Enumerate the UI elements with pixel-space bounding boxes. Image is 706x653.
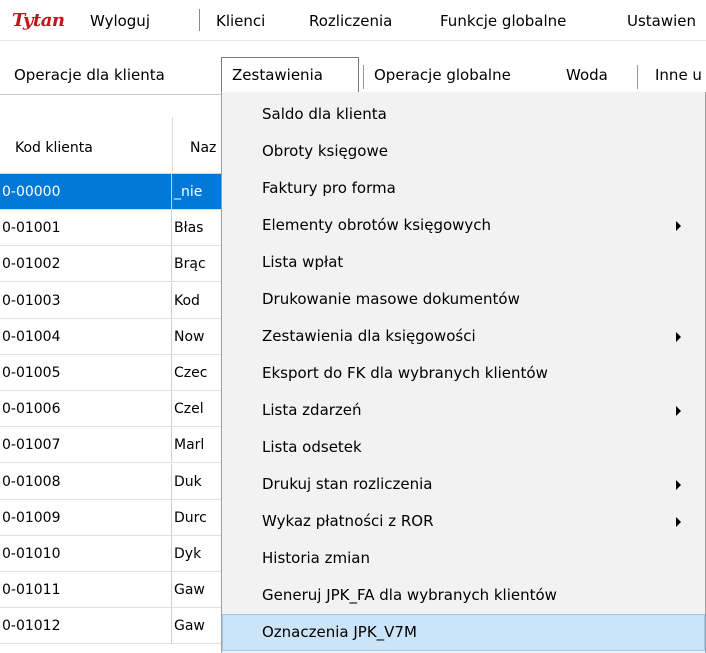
cell-kod-klienta[interactable]: 0-01008	[0, 463, 172, 500]
menu-item[interactable]: Wykaz płatności z ROR	[222, 503, 705, 540]
menu-item-label: Drukowanie masowe dokumentów	[262, 290, 520, 308]
cell-kod-klienta[interactable]: 0-01001	[0, 210, 172, 247]
submenu-arrow-icon	[676, 406, 681, 416]
menu-item-label: Obroty księgowe	[262, 142, 388, 160]
menu-item-label: Oznaczenia JPK_V7M	[262, 623, 417, 641]
menu-item-label: Elementy obrotów księgowych	[262, 216, 492, 234]
menu-item-label: Lista wpłat	[262, 253, 344, 271]
submenu-arrow-icon	[676, 332, 681, 342]
main-menubar: Tytan Wyloguj Klienci Rozliczenia Funkcj…	[0, 0, 706, 41]
toolbar-separator	[363, 65, 364, 89]
cell-kod-klienta[interactable]: 0-01005	[0, 355, 172, 391]
menu-funkcje-globalne[interactable]: Funkcje globalne	[440, 12, 566, 30]
tab-operacje-dla-klienta[interactable]: Operacje dla klienta	[14, 66, 165, 84]
cell-kod-klienta[interactable]: 0-01002	[0, 246, 172, 283]
menu-rozliczenia[interactable]: Rozliczenia	[309, 12, 392, 30]
column-header-kod-klienta[interactable]: Kod klienta	[15, 140, 93, 156]
menu-item[interactable]: Historia zmian	[222, 540, 705, 577]
menu-item-label: Lista odsetek	[262, 438, 362, 456]
column-divider[interactable]	[172, 117, 173, 173]
menu-item-label: Lista zdarzeń	[262, 401, 362, 419]
submenu-arrow-icon	[676, 517, 681, 527]
menu-item-label: Drukuj stan rozliczenia	[262, 475, 433, 493]
menu-item-label: Saldo dla klienta	[262, 105, 387, 123]
menu-item[interactable]: Lista odsetek	[222, 429, 705, 466]
cell-kod-klienta[interactable]: 0-00000	[0, 174, 172, 210]
column-header-nazwa[interactable]: Naz	[190, 140, 216, 156]
tab-woda[interactable]: Woda	[566, 66, 608, 84]
menu-item[interactable]: Faktury pro forma	[222, 170, 705, 207]
tab-operacje-globalne[interactable]: Operacje globalne	[374, 66, 511, 84]
cell-kod-klienta[interactable]: 0-01010	[0, 536, 172, 572]
menu-ustawienia[interactable]: Ustawien	[627, 12, 696, 30]
cell-kod-klienta[interactable]: 0-01004	[0, 318, 172, 355]
menu-item[interactable]: Eksport do FK dla wybranych klientów	[222, 355, 705, 392]
menu-item-label: Generuj JPK_FA dla wybranych klientów	[262, 586, 557, 604]
menu-item[interactable]: Generuj JPK_FA dla wybranych klientów	[222, 577, 705, 614]
tab-inne[interactable]: Inne u	[655, 66, 702, 84]
menu-item[interactable]: Drukuj stan rozliczenia	[222, 466, 705, 503]
menu-item[interactable]: Lista zdarzeń	[222, 392, 705, 429]
cell-kod-klienta[interactable]: 0-01011	[0, 572, 172, 609]
menu-item[interactable]: Saldo dla klienta	[222, 96, 705, 133]
menu-item-label: Historia zmian	[262, 549, 370, 567]
menu-item[interactable]: Obroty księgowe	[222, 133, 705, 170]
menu-item-label: Faktury pro forma	[262, 179, 396, 197]
menu-item[interactable]: Oznaczenia JPK_V7M	[222, 614, 705, 651]
menu-klienci[interactable]: Klienci	[216, 12, 265, 30]
submenu-arrow-icon	[676, 221, 681, 231]
menu-item[interactable]: Elementy obrotów księgowych	[222, 207, 705, 244]
cell-kod-klienta[interactable]: 0-01003	[0, 282, 172, 319]
menu-item-label: Wykaz płatności z ROR	[262, 512, 434, 530]
menu-item[interactable]: Zestawienia dla księgowości	[222, 318, 705, 355]
toolbar-separator	[637, 65, 638, 89]
zestawienia-dropdown-menu: Saldo dla klienta Obroty księgowe Faktury …	[221, 92, 706, 653]
cell-kod-klienta[interactable]: 0-01006	[0, 391, 172, 428]
menu-item[interactable]: Lista wpłat	[222, 244, 705, 281]
app-logo: Tytan	[12, 10, 65, 31]
menu-separator	[199, 9, 200, 31]
tab-zestawienia[interactable]: Zestawienia	[232, 66, 323, 84]
menu-wyloguj[interactable]: Wyloguj	[90, 12, 150, 30]
menu-item[interactable]: Drukowanie masowe dokumentów	[222, 281, 705, 318]
menu-item-label: Zestawienia dla księgowości	[262, 327, 476, 345]
cell-kod-klienta[interactable]: 0-01009	[0, 499, 172, 536]
sub-toolbar: Operacje dla klienta Zestawienia Operacj…	[0, 57, 706, 95]
cell-kod-klienta[interactable]: 0-01012	[0, 608, 172, 645]
cell-kod-klienta[interactable]: 0-01007	[0, 427, 172, 464]
submenu-arrow-icon	[676, 480, 681, 490]
menu-item-label: Eksport do FK dla wybranych klientów	[262, 364, 548, 382]
